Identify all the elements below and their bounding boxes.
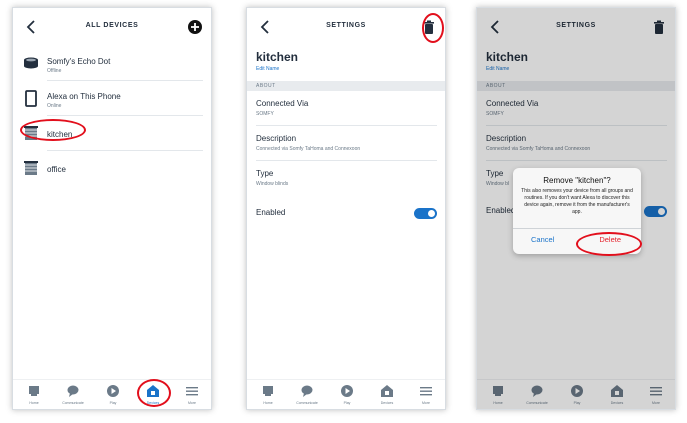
device-row-echo-dot[interactable]: Somfy's Echo Dot Offline xyxy=(13,46,211,81)
nav-label: Communicate xyxy=(296,401,318,405)
nav-more[interactable]: More xyxy=(409,384,443,405)
nav-label: Play xyxy=(109,401,117,405)
enabled-setting: Enabled xyxy=(256,208,437,217)
settings-screen: SETTINGS kitchen Edit Name ABOUT Connect… xyxy=(246,7,446,410)
nav-label: Communicate xyxy=(62,401,84,405)
header: ALL DEVICES xyxy=(13,8,211,46)
divider xyxy=(256,125,437,126)
echo-dot-icon xyxy=(24,57,38,69)
cancel-button[interactable]: Cancel xyxy=(531,235,554,244)
dialog-title: Remove "kitchen"? xyxy=(543,176,611,185)
nav-communicate[interactable]: Communicate xyxy=(290,384,324,405)
phone-icon xyxy=(25,90,37,107)
dialog-message: This also removes your device from all g… xyxy=(521,188,633,215)
highlight-ring-kitchen xyxy=(20,119,86,141)
device-row-phone[interactable]: Alexa on This Phone Online xyxy=(13,81,211,116)
nav-label: Home xyxy=(29,401,39,405)
nav-label: Devices xyxy=(380,401,394,405)
nav-label: More xyxy=(422,401,430,405)
nav-label: Home xyxy=(263,401,273,405)
chat-bubble-icon xyxy=(67,385,79,397)
play-icon xyxy=(107,385,119,397)
page-title: SETTINGS xyxy=(326,22,366,29)
highlight-ring-trash xyxy=(422,13,444,43)
highlight-ring-devices xyxy=(137,379,171,407)
setting-label: Description xyxy=(256,134,297,143)
chat-bubble-icon xyxy=(301,385,313,397)
menu-icon xyxy=(186,387,198,396)
home-icon xyxy=(263,386,273,396)
nav-label: More xyxy=(188,401,196,405)
type-setting: Type Window blinds xyxy=(256,169,437,187)
settings-screen-remove-dialog: SETTINGS kitchen Edit Name ABOUT Connect… xyxy=(476,7,676,410)
device-list: Somfy's Echo Dot Offline Alexa on This P… xyxy=(13,46,211,186)
devices-icon xyxy=(381,385,393,397)
menu-icon xyxy=(420,387,432,396)
nav-play[interactable]: Play xyxy=(330,384,364,405)
nav-play[interactable]: Play xyxy=(96,384,130,405)
nav-home[interactable]: Home xyxy=(251,384,285,405)
device-name: Alexa on This Phone xyxy=(47,92,121,101)
setting-value: Connected via Somfy TaHoma and Connexoon xyxy=(256,146,361,152)
description-setting: Description Connected via Somfy TaHoma a… xyxy=(256,134,437,161)
setting-label: Connected Via xyxy=(256,99,309,108)
divider xyxy=(256,160,437,161)
all-devices-screen: ALL DEVICES Somfy's Echo Dot Offline Ale… xyxy=(12,7,212,410)
edit-name-link[interactable]: Edit Name xyxy=(256,66,279,72)
window-blinds-icon xyxy=(24,161,38,175)
toggle-knob xyxy=(428,210,435,217)
device-status: Online xyxy=(47,103,62,109)
nav-communicate[interactable]: Communicate xyxy=(56,384,90,405)
dialog-divider xyxy=(513,228,641,229)
home-icon xyxy=(29,386,39,396)
setting-value: SOMFY xyxy=(256,111,274,117)
setting-label: Type xyxy=(256,169,274,178)
nav-more[interactable]: More xyxy=(175,384,209,405)
device-name: Somfy's Echo Dot xyxy=(47,57,111,66)
nav-label: Play xyxy=(343,401,351,405)
page-title: ALL DEVICES xyxy=(85,22,139,29)
enabled-toggle[interactable] xyxy=(414,208,437,219)
device-name: office xyxy=(47,165,66,174)
nav-devices[interactable]: Devices xyxy=(370,384,404,405)
device-row-office[interactable]: office xyxy=(13,151,211,186)
connected-via-setting: Connected Via SOMFY xyxy=(256,99,437,126)
device-title: kitchen xyxy=(256,50,299,64)
play-icon xyxy=(341,385,353,397)
header: SETTINGS xyxy=(247,8,445,46)
bottom-nav: Home Communicate Play Devices More xyxy=(13,379,211,409)
setting-value: Window blinds xyxy=(256,181,289,187)
device-status: Offline xyxy=(47,68,62,74)
bottom-nav: Home Communicate Play Devices More xyxy=(247,379,445,409)
highlight-ring-delete xyxy=(576,232,642,256)
add-device-icon[interactable] xyxy=(187,19,203,35)
setting-label: Enabled xyxy=(256,208,286,217)
about-section-header: ABOUT xyxy=(247,81,445,91)
nav-home[interactable]: Home xyxy=(17,384,51,405)
